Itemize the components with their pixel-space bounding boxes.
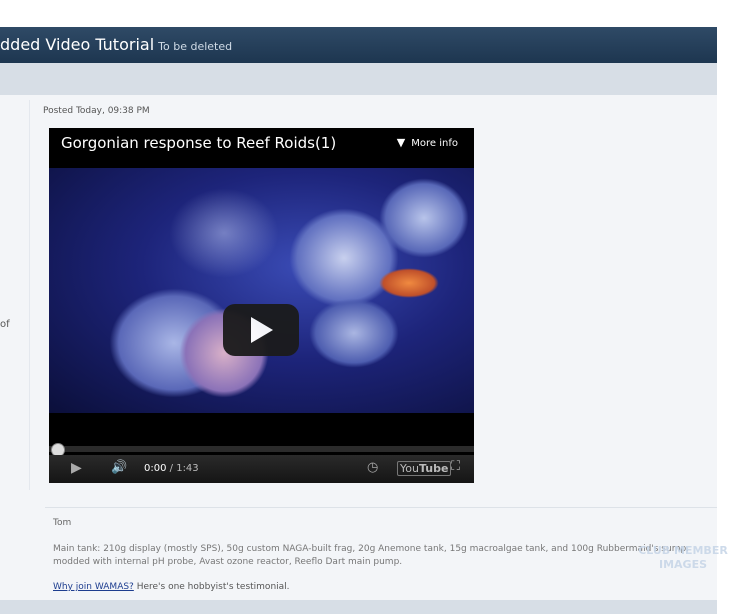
duration: 1:43 (176, 463, 199, 474)
watermark: CLUB MEMBER IMAGES (638, 544, 728, 571)
video-thumbnail[interactable] (49, 168, 474, 413)
post-date: Posted Today, 09:38 PM (43, 106, 150, 116)
player-controls: ▶ 🔊 0:00 / 1:43 ◷ YouTube ⛶ (49, 455, 474, 483)
youtube-logo[interactable]: YouTube (397, 461, 452, 476)
topic-subbar (0, 63, 717, 95)
topic-title-bar: dded Video Tutorial To be deleted (0, 27, 717, 63)
current-time: 0:00 (144, 463, 167, 474)
more-info-label: More info (411, 138, 458, 149)
bottom-bar (0, 600, 717, 614)
video-player[interactable]: Gorgonian response to Reef Roids(1) ▼ Mor… (49, 128, 474, 483)
more-info-button[interactable]: ▼ More info (397, 136, 458, 149)
fullscreen-icon[interactable]: ⛶ (451, 459, 460, 474)
signature-link-line: Why join WAMAS? Here's one hobbyist's te… (53, 582, 290, 592)
volume-icon[interactable]: 🔊 (111, 460, 127, 475)
chevron-down-icon: ▼ (396, 136, 406, 149)
play-icon[interactable]: ▶ (71, 460, 82, 476)
signature-text: Main tank: 210g display (mostly SPS), 50… (53, 544, 690, 567)
topic-title: dded Video Tutorial To be deleted (0, 35, 233, 54)
video-title[interactable]: Gorgonian response to Reef Roids(1) (61, 134, 336, 152)
author-info-fragment: of (0, 319, 10, 330)
signature-divider (45, 507, 717, 508)
play-overlay-button[interactable] (223, 304, 299, 356)
progress-bar[interactable] (49, 446, 474, 452)
topic-subtitle: To be deleted (158, 40, 233, 53)
why-join-link[interactable]: Why join WAMAS? (53, 582, 134, 592)
signature-name: Tom (53, 518, 72, 528)
clock-icon[interactable]: ◷ (367, 460, 378, 475)
author-column-divider (29, 100, 30, 490)
time-display: 0:00 / 1:43 (144, 463, 199, 474)
